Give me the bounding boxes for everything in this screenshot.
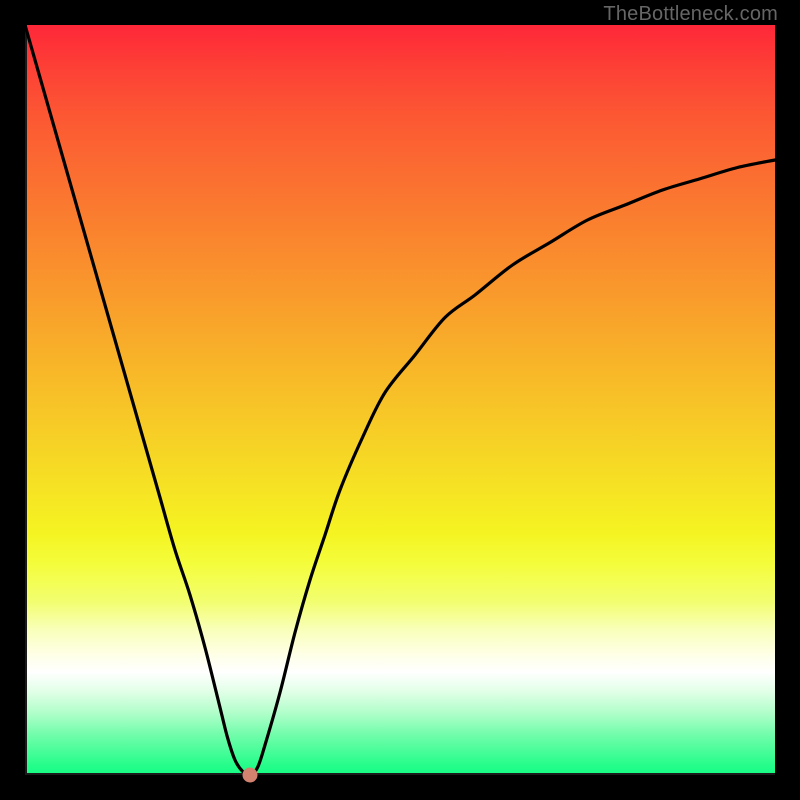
curve-svg xyxy=(25,25,775,775)
optimal-point-marker xyxy=(243,768,258,783)
bottleneck-curve-path xyxy=(25,25,775,775)
attribution-label: TheBottleneck.com xyxy=(603,3,778,26)
bottleneck-chart: TheBottleneck.com xyxy=(0,0,800,800)
